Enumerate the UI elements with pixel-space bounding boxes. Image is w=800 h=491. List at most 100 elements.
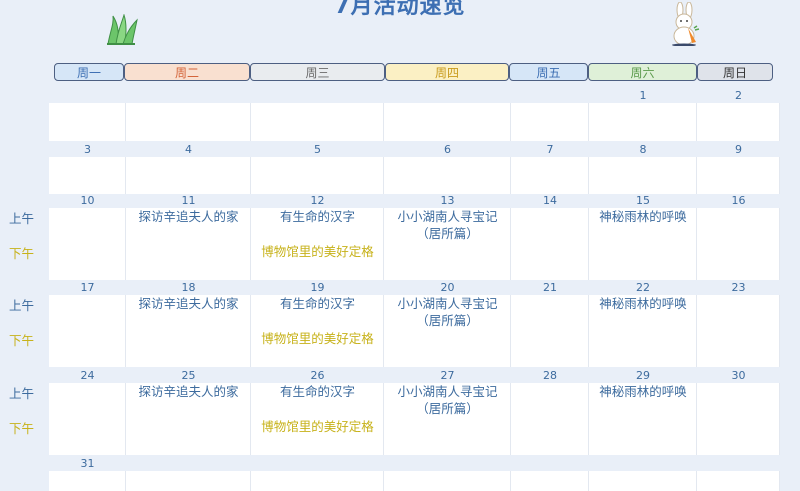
day-cell[interactable] bbox=[697, 103, 780, 141]
event-am-sat[interactable]: 神秘雨林的呼唤 bbox=[589, 295, 697, 312]
event-pm-wed[interactable]: 博物馆里的美好定格 bbox=[251, 243, 384, 260]
calendar-week: 3 4 5 6 7 8 9 bbox=[49, 143, 780, 194]
weekday-3: 周三 bbox=[250, 63, 385, 81]
calendar-week: 17 18 19 20 21 22 23 探访辛追夫人的家 有生命的汉字 博物馆里的美好定格 小小湖… bbox=[49, 281, 780, 367]
date-number: 16 bbox=[731, 194, 746, 207]
event-am-thu-sub[interactable]: （居所篇） bbox=[384, 312, 511, 329]
date-number: 20 bbox=[440, 281, 455, 294]
day-cell[interactable] bbox=[511, 103, 589, 141]
event-am-wed[interactable]: 有生命的汉字 bbox=[251, 383, 384, 400]
event-am-thu-sub[interactable]: （居所篇） bbox=[384, 400, 511, 417]
day-cell[interactable] bbox=[49, 103, 126, 141]
day-cell[interactable] bbox=[49, 383, 126, 455]
day-cell[interactable] bbox=[511, 471, 589, 491]
weekday-5: 周五 bbox=[509, 63, 588, 81]
event-am-sat[interactable]: 神秘雨林的呼唤 bbox=[589, 208, 697, 225]
date-number: 12 bbox=[310, 194, 325, 207]
date-number: 25 bbox=[181, 369, 196, 382]
day-cell[interactable] bbox=[697, 157, 780, 194]
event-am-thu-sub[interactable]: （居所篇） bbox=[384, 225, 511, 242]
day-cell[interactable] bbox=[589, 103, 697, 141]
day-cell[interactable] bbox=[49, 157, 126, 194]
date-number: 24 bbox=[80, 369, 95, 382]
date-number: 22 bbox=[636, 281, 650, 294]
event-pm-wed[interactable]: 博物馆里的美好定格 bbox=[251, 330, 384, 347]
calendar-week: 10 11 12 13 14 15 16 探访辛追夫人的家 有生命的汉字 博物馆里的美好定格 小小湖… bbox=[49, 194, 780, 280]
date-number: 27 bbox=[440, 369, 455, 382]
event-am-tue[interactable]: 探访辛追夫人的家 bbox=[126, 383, 251, 400]
date-number bbox=[126, 89, 251, 103]
day-cell[interactable] bbox=[697, 208, 780, 280]
plant-icon bbox=[107, 14, 138, 45]
day-cell[interactable] bbox=[384, 471, 511, 491]
calendar-week: 31 bbox=[49, 457, 780, 491]
day-cell[interactable] bbox=[511, 157, 589, 194]
weekday-4: 周四 bbox=[385, 63, 509, 81]
day-cell[interactable] bbox=[49, 471, 126, 491]
label-afternoon: 下午 bbox=[9, 246, 35, 261]
label-morning: 上午 bbox=[9, 211, 35, 226]
event-am-thu[interactable]: 小小湖南人寻宝记 bbox=[384, 383, 511, 400]
event-am-sat[interactable]: 神秘雨林的呼唤 bbox=[589, 383, 697, 400]
weekday-1: 周一 bbox=[54, 63, 124, 81]
event-am-tue[interactable]: 探访辛追夫人的家 bbox=[126, 208, 251, 225]
day-cell[interactable] bbox=[697, 471, 780, 491]
rabbit-icon bbox=[672, 2, 700, 46]
date-number: 23 bbox=[731, 281, 746, 294]
date-number: 19 bbox=[310, 281, 325, 294]
event-am-tue[interactable]: 探访辛追夫人的家 bbox=[126, 295, 251, 312]
event-pm-wed[interactable]: 博物馆里的美好定格 bbox=[251, 418, 384, 435]
date-number bbox=[49, 89, 126, 103]
label-morning: 上午 bbox=[9, 386, 35, 401]
date-number: 7 bbox=[546, 143, 554, 156]
date-number bbox=[589, 457, 697, 471]
date-number: 28 bbox=[543, 369, 557, 382]
day-cell[interactable] bbox=[511, 208, 589, 280]
date-number bbox=[511, 457, 589, 471]
day-cell[interactable] bbox=[589, 157, 697, 194]
date-number: 21 bbox=[543, 281, 557, 294]
event-am-thu[interactable]: 小小湖南人寻宝记 bbox=[384, 295, 511, 312]
date-number: 1 bbox=[639, 89, 647, 102]
label-afternoon: 下午 bbox=[9, 333, 35, 348]
date-number: 10 bbox=[80, 194, 95, 207]
date-number: 2 bbox=[735, 89, 742, 102]
date-number: 31 bbox=[80, 457, 95, 470]
date-number bbox=[384, 89, 511, 103]
event-am-wed[interactable]: 有生命的汉字 bbox=[251, 295, 384, 312]
event-am-thu[interactable]: 小小湖南人寻宝记 bbox=[384, 208, 511, 225]
date-number bbox=[697, 457, 780, 471]
day-cell[interactable] bbox=[589, 471, 697, 491]
day-cell[interactable] bbox=[251, 157, 384, 194]
day-cell[interactable] bbox=[511, 295, 589, 367]
weekday-2: 周二 bbox=[124, 63, 250, 81]
date-number: 29 bbox=[636, 369, 650, 382]
calendar-week: 12 bbox=[49, 89, 780, 141]
event-am-wed[interactable]: 有生命的汉字 bbox=[251, 208, 384, 225]
day-cell[interactable] bbox=[384, 157, 511, 194]
date-number bbox=[251, 89, 384, 103]
date-number: 4 bbox=[185, 143, 192, 156]
weekday-7: 周日 bbox=[697, 63, 773, 81]
day-cell[interactable] bbox=[49, 208, 126, 280]
day-cell[interactable] bbox=[697, 383, 780, 455]
day-cell[interactable] bbox=[511, 383, 589, 455]
day-cell[interactable] bbox=[49, 295, 126, 367]
day-cell[interactable] bbox=[251, 103, 384, 141]
date-number bbox=[384, 457, 511, 471]
label-afternoon: 下午 bbox=[9, 421, 35, 436]
date-number bbox=[126, 457, 251, 471]
day-cell[interactable] bbox=[384, 103, 511, 141]
day-cell[interactable] bbox=[126, 471, 251, 491]
date-number: 17 bbox=[80, 281, 95, 294]
day-cell[interactable] bbox=[697, 295, 780, 367]
date-number: 6 bbox=[444, 143, 451, 156]
day-cell[interactable] bbox=[126, 157, 251, 194]
date-number: 14 bbox=[543, 194, 557, 207]
date-number: 9 bbox=[735, 143, 742, 156]
date-number bbox=[511, 89, 589, 103]
label-morning: 上午 bbox=[9, 298, 35, 313]
date-number: 30 bbox=[731, 369, 746, 382]
day-cell[interactable] bbox=[251, 471, 384, 491]
day-cell[interactable] bbox=[126, 103, 251, 141]
